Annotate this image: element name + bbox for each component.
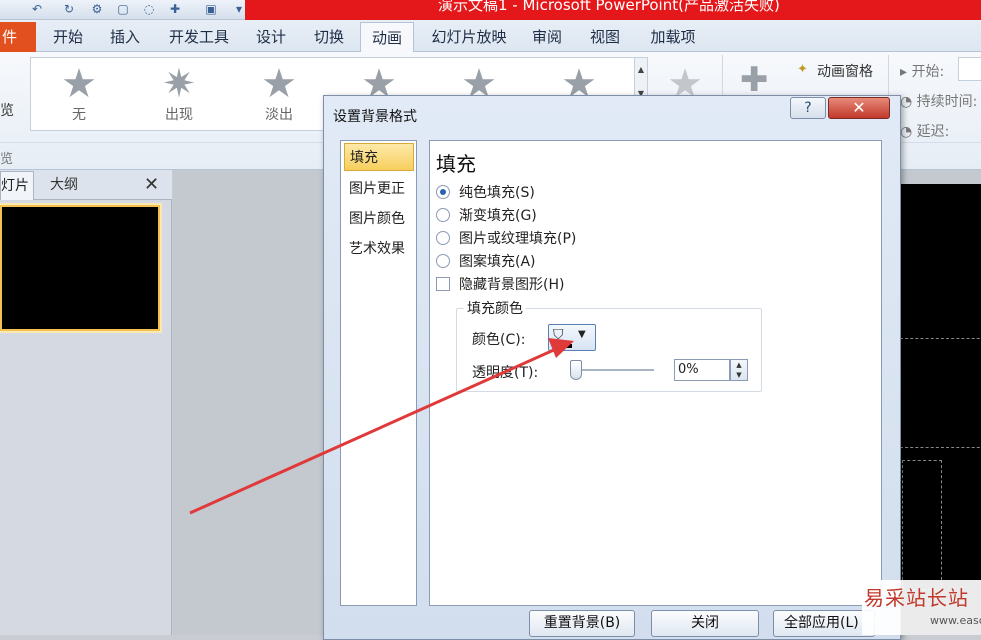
star-icon: ★: [261, 61, 297, 107]
delay-label-text: 延迟:: [916, 124, 950, 140]
close-button[interactable]: 关闭: [651, 610, 759, 637]
watermark-text: 易采站长站: [864, 586, 969, 610]
gallery-item-appear[interactable]: ✷ 出现: [144, 62, 214, 128]
preview-group-label: 览: [0, 152, 14, 167]
radio-button[interactable]: [436, 208, 450, 222]
radio-button[interactable]: [436, 185, 450, 199]
start-dropdown[interactable]: [958, 57, 981, 81]
apply-all-button[interactable]: 全部应用(L): [773, 610, 875, 637]
option-label: 渐变填充(G): [459, 208, 537, 224]
tab-transitions[interactable]: 切换: [306, 22, 352, 52]
transparency-spinner[interactable]: ▲ ▼: [730, 359, 748, 381]
panel-heading: 填充: [436, 152, 476, 176]
animation-pane-icon: ✦: [797, 62, 808, 77]
tab-design[interactable]: 设计: [248, 22, 294, 52]
star-burst-icon: ✷: [162, 61, 196, 107]
qat-tool-icon[interactable]: ⚙: [90, 2, 104, 16]
gallery-item-none[interactable]: ★ 无: [44, 62, 114, 128]
option-solid-fill[interactable]: 纯色填充(S): [436, 182, 535, 204]
delay-label: ◔ 延迟:: [900, 124, 950, 140]
star-icon: ★: [61, 61, 97, 107]
duration-label: ◔ 持续时间:: [900, 94, 978, 110]
qat-plus-icon[interactable]: ✚: [168, 2, 182, 16]
redo-icon[interactable]: ↻: [62, 2, 76, 16]
tab-insert[interactable]: 插入: [102, 22, 148, 52]
tab-addins[interactable]: 加载项: [640, 22, 706, 52]
gallery-item-label: 淡出: [265, 107, 293, 123]
qat-circle-icon[interactable]: ◌: [142, 2, 156, 16]
tab-review[interactable]: 审阅: [524, 22, 570, 52]
gallery-item-label: 无: [72, 107, 86, 123]
watermark-subtext: www.easck.com: [930, 614, 981, 627]
preview-label[interactable]: 览: [0, 100, 14, 120]
nav-item-fill[interactable]: 填充: [344, 143, 414, 171]
dialog-close-button[interactable]: ✕: [828, 97, 890, 119]
nav-item-artistic-effects[interactable]: 艺术效果: [344, 235, 414, 263]
chevron-down-icon[interactable]: ▼: [578, 329, 586, 340]
tab-outline[interactable]: 大纲: [50, 171, 78, 199]
checkbox[interactable]: [436, 277, 450, 291]
start-label-text: 开始:: [911, 64, 945, 80]
transparency-input[interactable]: 0%: [674, 359, 730, 381]
dialog-title: 设置背景格式: [333, 109, 417, 125]
undo-icon[interactable]: ↶: [30, 2, 44, 16]
paint-bucket-icon: ⛉: [553, 327, 564, 343]
fill-color-group-label: 填充颜色: [464, 298, 526, 318]
nav-item-picture-color[interactable]: 图片颜色: [344, 205, 414, 233]
option-gradient-fill[interactable]: 渐变填充(G): [436, 205, 537, 227]
placeholder-subtitle[interactable]: [902, 460, 942, 590]
radio-button[interactable]: [436, 254, 450, 268]
option-pattern-fill[interactable]: 图案填充(A): [436, 251, 536, 273]
option-hide-background-graphics[interactable]: 隐藏背景图形(H): [436, 274, 564, 296]
tab-home[interactable]: 开始: [44, 22, 92, 52]
placeholder-title[interactable]: [900, 338, 981, 448]
color-label: 颜色(C):: [472, 332, 526, 348]
radio-button[interactable]: [436, 231, 450, 245]
transparency-label: 透明度(T):: [472, 365, 539, 381]
transparency-slider-thumb[interactable]: [570, 360, 582, 380]
animation-pane-button[interactable]: 动画窗格: [817, 61, 873, 81]
tab-developer[interactable]: 开发工具: [160, 22, 238, 52]
add-animation-icon[interactable]: ✚: [740, 60, 769, 100]
qat-customize-icon[interactable]: ▾: [232, 2, 246, 16]
start-label: ▸ 开始:: [900, 64, 945, 80]
gallery-item-fade[interactable]: ★ 淡出: [244, 62, 314, 128]
duration-label-text: 持续时间:: [916, 94, 978, 110]
option-label: 图案填充(A): [459, 254, 536, 270]
option-label: 纯色填充(S): [459, 185, 535, 201]
transparency-slider-track[interactable]: [572, 369, 654, 371]
reset-background-button[interactable]: 重置背景(B): [529, 610, 635, 637]
tab-slideshow[interactable]: 幻灯片放映: [424, 22, 514, 52]
nav-item-picture-corrections[interactable]: 图片更正: [344, 175, 414, 203]
option-label: 隐藏背景图形(H): [459, 277, 565, 293]
qat-doc-icon[interactable]: ▢: [116, 2, 130, 16]
gallery-item-label: 出现: [165, 107, 193, 123]
qat-image-icon[interactable]: ▣: [204, 2, 218, 16]
close-icon[interactable]: ✕: [144, 171, 159, 199]
tab-animations[interactable]: 动画: [360, 22, 414, 53]
tab-file[interactable]: 件: [0, 22, 36, 52]
tab-view[interactable]: 视图: [582, 22, 628, 52]
slide-thumbnail[interactable]: [0, 205, 160, 331]
color-swatch: [552, 344, 572, 348]
window-title: 演示文稿1 - Microsoft PowerPoint(产品激活失败): [438, 0, 780, 14]
option-label: 图片或纹理填充(P): [459, 231, 577, 247]
option-picture-fill[interactable]: 图片或纹理填充(P): [436, 228, 576, 250]
help-button[interactable]: ?: [790, 97, 826, 119]
tab-slides[interactable]: 灯片: [0, 171, 34, 200]
